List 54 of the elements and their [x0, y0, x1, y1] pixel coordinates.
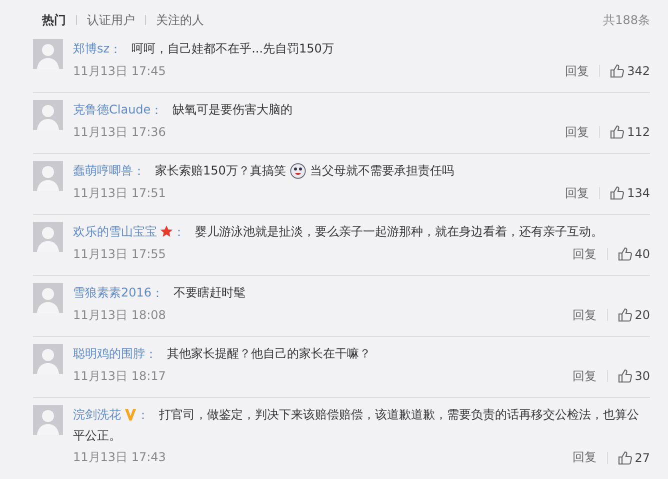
reply-button[interactable]: 回复 — [565, 62, 590, 80]
comment-text: 郑博sz： 呵呵，自己娃都不在乎...先自罚150万 — [73, 40, 335, 58]
like-button[interactable]: 20 — [618, 308, 650, 322]
comment-time: 11月13日 17:45 — [73, 62, 166, 80]
like-button[interactable]: 134 — [610, 186, 650, 200]
filter-tab[interactable]: 认证用户 — [87, 12, 135, 28]
comment-time: 11月13日 18:08 — [73, 306, 166, 324]
avatar-icon[interactable] — [33, 161, 63, 191]
user-name[interactable]: 浣剑洗花 — [73, 408, 121, 422]
comment-count: 共188条 — [603, 12, 650, 28]
thumbs-up-icon — [610, 186, 624, 200]
comment-time: 11月13日 18:17 — [73, 368, 166, 385]
comment-text: 聪明鸡的围脖： 其他家长提醒？他自己的家长在干嘛？ — [73, 346, 372, 363]
thumbs-up-icon — [618, 450, 632, 465]
comment-text: 浣剑洗花 ： 打官司，做鉴定，判决下来该赔偿赔偿，该道歉道歉，需要负责的话再移交公检法，也算公平公正。 — [73, 406, 640, 444]
comment-text: 雪狼素素2016： 不要瞎赶时髦 — [73, 284, 247, 302]
filter-tab[interactable]: 热门 — [42, 12, 66, 28]
like-button[interactable]: 112 — [610, 125, 650, 140]
like-button[interactable]: 27 — [618, 450, 650, 465]
like-button[interactable]: 30 — [618, 369, 650, 384]
user-name[interactable]: 聪明鸡的围脖 — [73, 346, 145, 361]
thumbs-up-icon — [618, 247, 632, 262]
avatar-icon[interactable] — [33, 100, 63, 130]
user-name[interactable]: 蠢萌哼唧兽 — [73, 164, 133, 178]
thumbs-up-icon — [610, 125, 624, 140]
user-name[interactable]: 郑博sz — [73, 42, 110, 56]
avatar-icon[interactable] — [33, 344, 63, 374]
reply-button[interactable]: 回复 — [565, 184, 590, 202]
reply-button[interactable]: 回复 — [572, 368, 597, 385]
comment-text: 蠢萌哼唧兽： 家长索赔150万？真搞笑 当父母就不需要承担责任吗 — [73, 162, 455, 181]
comment-time: 11月13日 17:55 — [73, 246, 166, 263]
thumbs-up-icon — [618, 369, 632, 384]
user-name[interactable]: 雪狼素素2016 — [73, 286, 152, 300]
reply-button[interactable]: 回复 — [565, 124, 590, 141]
thumbs-up-icon — [618, 308, 632, 322]
like-button[interactable]: 40 — [618, 247, 650, 262]
avatar-icon[interactable] — [33, 39, 63, 69]
reply-button[interactable]: 回复 — [572, 449, 597, 466]
reply-button[interactable]: 回复 — [572, 306, 597, 324]
comment-time: 11月13日 17:51 — [73, 184, 166, 202]
avatar-icon[interactable] — [33, 405, 63, 435]
like-button[interactable]: 342 — [610, 64, 650, 78]
comment-text: 克鲁德Claude： 缺氧可是要伤害大脑的 — [73, 102, 294, 119]
filter-tab[interactable]: 关注的人 — [156, 12, 204, 28]
laughing-face-icon — [290, 162, 306, 179]
comment-time: 11月13日 17:43 — [73, 449, 166, 466]
reply-button[interactable]: 回复 — [572, 246, 597, 263]
user-name[interactable]: 克鲁德Claude — [73, 102, 151, 117]
thumbs-up-icon — [610, 64, 624, 78]
comment-time: 11月13日 17:36 — [73, 124, 166, 141]
avatar-icon[interactable] — [33, 283, 63, 313]
comment-text: 欢乐的雪山宝宝 ： 婴儿游泳池就是扯淡，要么亲子一起游那种，就在身边看着，还有亲子互动。 — [73, 224, 604, 241]
avatar-icon[interactable] — [33, 222, 63, 252]
user-name[interactable]: 欢乐的雪山宝宝 — [73, 224, 157, 239]
